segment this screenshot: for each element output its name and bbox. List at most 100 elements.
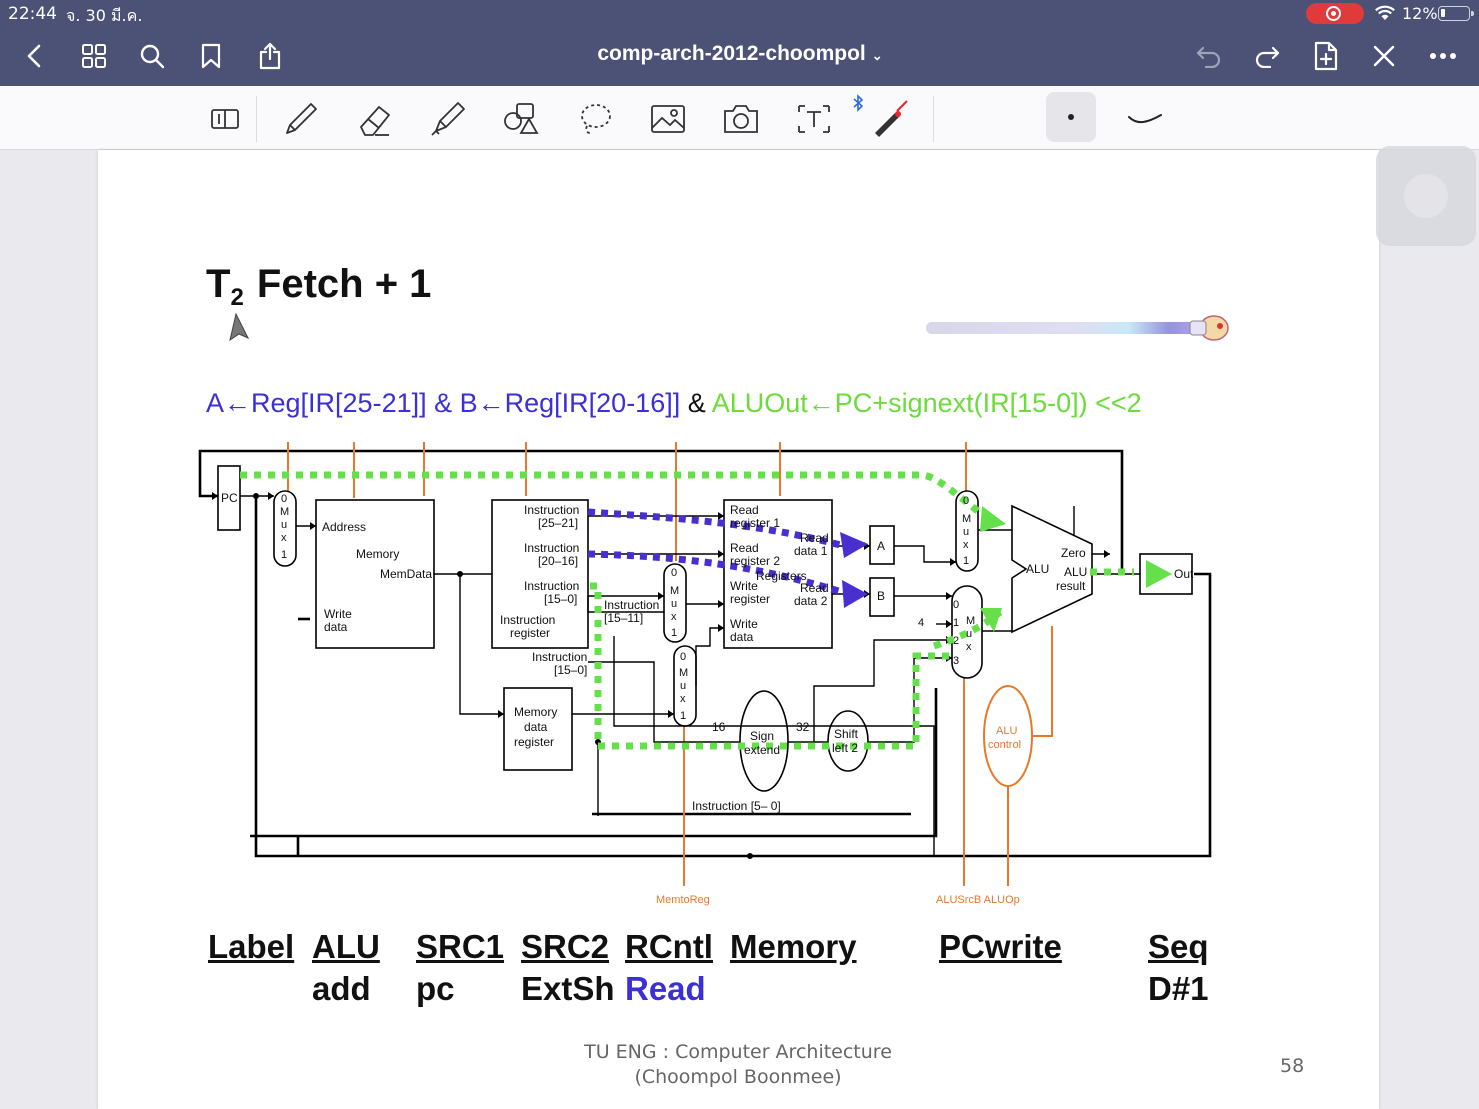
svg-text:u: u: [281, 519, 287, 531]
svg-text:Instruction: Instruction: [532, 650, 587, 664]
svg-text:1: 1: [671, 627, 677, 639]
camera-tool[interactable]: [718, 96, 764, 142]
laser-pointer-tool[interactable]: [866, 96, 912, 142]
svg-text:Write: Write: [324, 607, 352, 621]
close-icon: [1373, 45, 1395, 67]
svg-text:Read: Read: [800, 531, 829, 545]
status-date: จ. 30 มี.ค.: [66, 6, 143, 25]
thumbnails-button[interactable]: [76, 38, 112, 74]
close-button[interactable]: [1366, 38, 1402, 74]
stroke-curve-icon: [1128, 114, 1162, 123]
image-tool[interactable]: [645, 96, 691, 142]
shapes-tool[interactable]: [498, 96, 544, 142]
svg-text:x: x: [966, 641, 972, 653]
stroke-size-button[interactable]: [1046, 92, 1096, 142]
svg-text:Sign: Sign: [750, 729, 774, 743]
svg-text:register 1: register 1: [730, 516, 780, 530]
svg-text:0: 0: [680, 651, 686, 663]
svg-text:1: 1: [680, 710, 686, 722]
svg-text:4: 4: [918, 617, 924, 629]
bookmark-button[interactable]: [193, 38, 229, 74]
back-icon: [27, 44, 41, 68]
svg-text:register: register: [510, 626, 550, 640]
svg-text:16: 16: [712, 720, 726, 734]
undo-icon: [1196, 46, 1221, 68]
table-header-pcwrite: PCwrite: [939, 928, 1062, 965]
svg-text:left 2: left 2: [832, 741, 858, 755]
svg-text:Read: Read: [730, 541, 759, 555]
svg-text:M: M: [280, 506, 289, 518]
read-mode-tool[interactable]: [202, 96, 248, 142]
textbox-icon: [798, 105, 830, 133]
svg-text:Zero: Zero: [1061, 546, 1086, 560]
svg-text:Instruction: Instruction: [500, 613, 555, 627]
svg-text:Memory: Memory: [514, 705, 557, 719]
svg-text:Read: Read: [730, 503, 759, 517]
svg-text:3: 3: [953, 655, 959, 667]
table-value-seq: D#1: [1148, 970, 1209, 1007]
back-button[interactable]: [16, 38, 52, 74]
pen-icon: [286, 103, 317, 134]
svg-text:1: 1: [963, 555, 969, 567]
share-button[interactable]: [252, 38, 288, 74]
eraser-tool[interactable]: [352, 96, 398, 142]
stroke-style-button[interactable]: [1122, 96, 1168, 142]
search-icon: [140, 44, 165, 69]
svg-text:result: result: [1056, 579, 1086, 593]
register-a: A: [877, 539, 885, 553]
highlighter-tool[interactable]: [425, 96, 471, 142]
svg-text:data: data: [324, 620, 348, 634]
svg-text:x: x: [680, 693, 686, 705]
lasso-tool[interactable]: [572, 96, 618, 142]
svg-text:Instruction: Instruction: [524, 579, 579, 593]
svg-text:Address: Address: [322, 520, 366, 534]
svg-text:Instruction [5– 0]: Instruction [5– 0]: [692, 799, 781, 813]
more-button[interactable]: [1425, 38, 1461, 74]
table-header-memory: Memory: [730, 928, 857, 965]
document-title-menu[interactable]: comp-arch-2012-choompol ⌄: [560, 42, 920, 66]
grid-icon: [82, 44, 106, 68]
document-page[interactable]: T2 Fetch + 1 A←Reg[IR[25-21]] & B←Reg[IR…: [98, 150, 1379, 1109]
svg-text:data: data: [524, 720, 548, 734]
svg-text:x: x: [963, 539, 969, 551]
alu-label: ALU: [1026, 562, 1049, 576]
svg-text:Write: Write: [730, 579, 758, 593]
table-value-src1: pc: [416, 970, 455, 1007]
svg-text:Instruction: Instruction: [524, 503, 579, 517]
table-value-alu: add: [312, 970, 371, 1007]
rocket-icon: [1189, 315, 1229, 341]
read-mode-icon: [211, 109, 239, 129]
svg-text:Memory: Memory: [356, 547, 399, 561]
multicycle-datapath-diagram: PC 0 M u x 1 Address Memory MemData Writ…: [198, 442, 1212, 906]
svg-text:0: 0: [671, 567, 677, 579]
svg-text:data: data: [730, 630, 754, 644]
svg-text:[20–16]: [20–16]: [538, 554, 578, 568]
page-scroll-handle[interactable]: [1376, 146, 1476, 246]
add-page-button[interactable]: [1308, 38, 1344, 74]
svg-text:data 1: data 1: [794, 544, 828, 558]
redo-button[interactable]: [1249, 38, 1285, 74]
svg-text:u: u: [671, 598, 677, 610]
add-page-icon: [1314, 41, 1338, 71]
title-underline: [196, 312, 1229, 342]
undo-button[interactable]: [1191, 38, 1227, 74]
svg-text:Write: Write: [730, 617, 758, 631]
document-title: comp-arch-2012-choompol: [597, 42, 866, 65]
table-value-src2: ExtSh: [521, 970, 615, 1007]
svg-text:Out: Out: [1174, 567, 1194, 581]
search-button[interactable]: [134, 38, 170, 74]
svg-text:register: register: [730, 592, 770, 606]
svg-text:ALU: ALU: [996, 725, 1017, 737]
label-pc: PC: [221, 491, 238, 505]
screen-recording-indicator[interactable]: [1306, 3, 1364, 24]
svg-text:x: x: [671, 611, 677, 623]
svg-text:0: 0: [281, 493, 287, 505]
pen-tool[interactable]: [278, 96, 324, 142]
slide-footer: TU ENG : Computer Architecture (Choompol…: [584, 1041, 892, 1088]
text-tool[interactable]: [791, 96, 837, 142]
svg-text:1: 1: [281, 549, 287, 561]
formula-and: &: [680, 388, 712, 418]
svg-text:x: x: [281, 532, 287, 544]
chevron-down-icon: ⌄: [871, 48, 883, 63]
table-header-src1: SRC1: [416, 928, 505, 965]
